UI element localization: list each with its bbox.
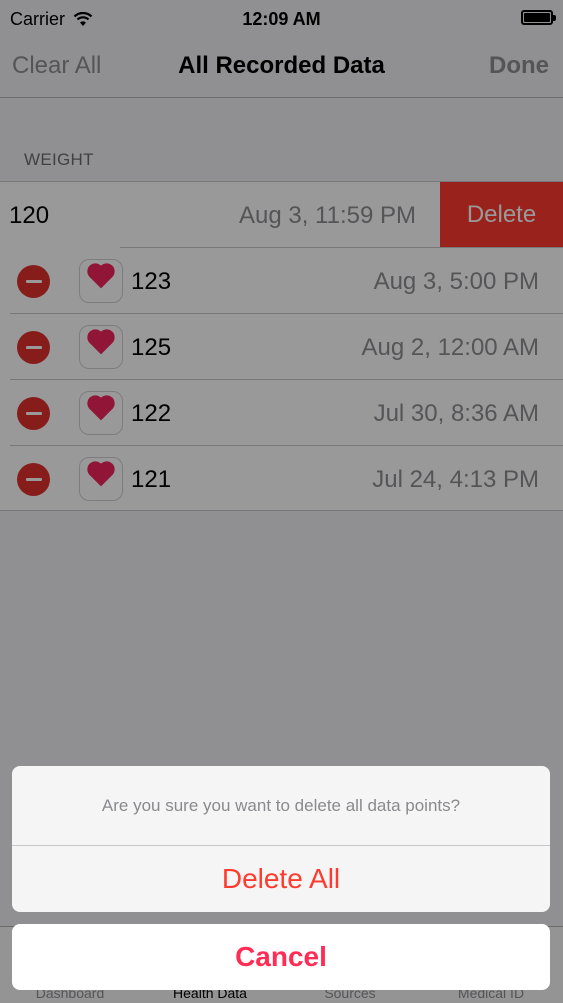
action-sheet: Are you sure you want to delete all data… [12,766,550,912]
delete-all-button[interactable]: Delete All [12,846,550,912]
action-sheet-message: Are you sure you want to delete all data… [12,766,550,846]
cancel-button[interactable]: Cancel [12,924,550,990]
